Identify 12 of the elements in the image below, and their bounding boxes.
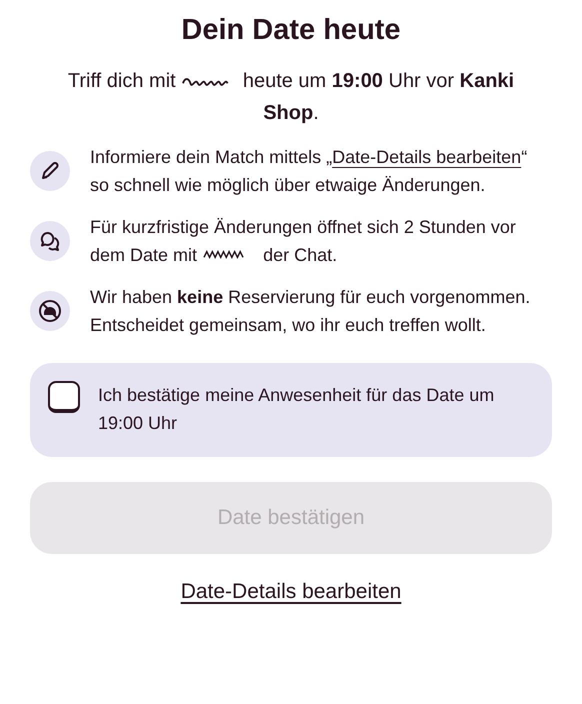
intro-text: Triff dich mit heute um 19:00 Uhr vor Kanki Shop.: [66, 69, 516, 126]
info-text: Wir haben keine Reservierung für euch vorgenommen. Entscheidet gemeinsam, wo ihr euch treffen wollt.: [90, 286, 532, 337]
pencil-icon: [30, 151, 70, 191]
edit-details-link[interactable]: Date-Details bearbeiten: [180, 580, 402, 604]
confirm-label: Ich bestätige meine Anwesenheit für das Date um 19:00 Uhr: [98, 384, 496, 435]
page-title: Dein Date heute: [180, 14, 402, 47]
checkbox[interactable]: [48, 381, 80, 413]
info-text: Informiere dein Match mittels „Date-Details bearbeiten“ so schnell wie möglich über etwaige Änderungen.: [90, 146, 528, 197]
info-text: Für kurzfristige Änderungen öffnet sich 2 Stunden vor dem Date mit der Chat.: [90, 216, 517, 267]
inline-link[interactable]: Date-Details bearbeiten: [332, 147, 522, 167]
cloche-icon: [30, 291, 70, 331]
chat-bubbles-icon: [30, 221, 70, 261]
